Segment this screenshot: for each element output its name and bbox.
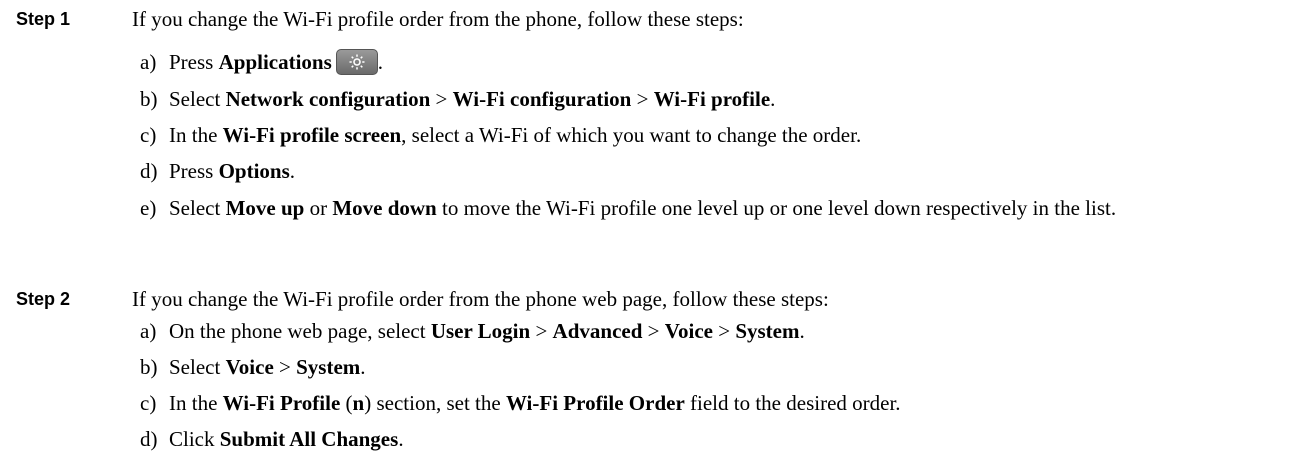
ui-term: Voice bbox=[664, 319, 713, 343]
ui-term: Wi-Fi profile screen bbox=[222, 123, 402, 147]
step-intro: If you change the Wi-Fi profile order fr… bbox=[132, 287, 829, 311]
ui-term: Wi-Fi Profile bbox=[222, 391, 341, 415]
list-item: d) Press Options. bbox=[140, 157, 1280, 193]
ui-term: Move up bbox=[225, 196, 305, 220]
substep-letter: d) bbox=[140, 427, 158, 451]
text: . bbox=[377, 50, 384, 74]
text: Select bbox=[169, 355, 226, 379]
ui-term: Wi-Fi configuration bbox=[452, 87, 632, 111]
ui-term: Options bbox=[218, 159, 290, 183]
gear-icon bbox=[349, 54, 365, 70]
substep-letter: a) bbox=[140, 319, 157, 343]
text: , select a Wi-Fi of which you want to ch… bbox=[401, 123, 862, 147]
substep-letter: b) bbox=[140, 355, 158, 379]
text: > bbox=[273, 355, 297, 379]
text: field to the desired order. bbox=[684, 391, 901, 415]
text: . bbox=[289, 159, 296, 183]
ui-term: Move down bbox=[332, 196, 437, 220]
text: In the bbox=[169, 391, 223, 415]
text: ( bbox=[340, 391, 353, 415]
list-item: d) Click Submit All Changes. bbox=[140, 425, 1280, 461]
text: Click bbox=[169, 427, 220, 451]
ui-term: Voice bbox=[225, 355, 274, 379]
text: Press bbox=[169, 159, 219, 183]
text: Select bbox=[169, 196, 226, 220]
ui-term: n bbox=[352, 391, 365, 415]
text: > bbox=[712, 319, 736, 343]
text: . bbox=[360, 355, 366, 379]
ui-term: System bbox=[296, 355, 361, 379]
ui-term: Network configuration bbox=[225, 87, 431, 111]
list-item: c) In the Wi-Fi Profile (n) section, set… bbox=[140, 389, 1280, 425]
step-label: Step 1 bbox=[16, 9, 71, 29]
text: . bbox=[398, 427, 404, 451]
text: In the bbox=[169, 123, 223, 147]
substep-letter: d) bbox=[140, 159, 158, 183]
text: . bbox=[799, 319, 805, 343]
text: > bbox=[642, 319, 665, 343]
substep-list: a) On the phone web page, select User Lo… bbox=[140, 317, 1280, 461]
text: > bbox=[430, 87, 453, 111]
text: > bbox=[631, 87, 654, 111]
list-item: a) On the phone web page, select User Lo… bbox=[140, 317, 1280, 353]
text: ) section, set the bbox=[364, 391, 506, 415]
substep-letter: a) bbox=[140, 50, 157, 74]
ui-term: System bbox=[735, 319, 800, 343]
text: Select bbox=[169, 87, 226, 111]
substep-letter: c) bbox=[140, 391, 157, 415]
applications-key-button[interactable] bbox=[335, 49, 378, 75]
list-item: c) In the Wi-Fi profile screen, select a… bbox=[140, 121, 1280, 157]
text: or bbox=[304, 196, 333, 220]
text: > bbox=[530, 319, 553, 343]
substep-letter: e) bbox=[140, 196, 157, 220]
substep-list: a) Press Applications. b) Select Network… bbox=[140, 48, 1280, 224]
list-item: b) Select Network configuration > Wi-Fi … bbox=[140, 85, 1280, 121]
text: . bbox=[770, 87, 776, 111]
ui-term: Applications bbox=[218, 50, 332, 74]
ui-term: User Login bbox=[430, 319, 531, 343]
substep-letter: b) bbox=[140, 87, 158, 111]
substep-letter: c) bbox=[140, 123, 157, 147]
step-intro: If you change the Wi-Fi profile order fr… bbox=[132, 7, 744, 31]
text: to move the Wi-Fi profile one level up o… bbox=[436, 196, 1117, 220]
list-item: e) Select Move up or Move down to move t… bbox=[140, 193, 1280, 224]
list-item: b) Select Voice > System. bbox=[140, 353, 1280, 389]
text: Press bbox=[169, 50, 219, 74]
step-label: Step 2 bbox=[16, 289, 71, 309]
ui-term: Wi-Fi Profile Order bbox=[505, 391, 685, 415]
text: On the phone web page, select bbox=[169, 319, 431, 343]
ui-term: Advanced bbox=[552, 319, 643, 343]
ui-term: Submit All Changes bbox=[219, 427, 399, 451]
ui-term: Wi-Fi profile bbox=[653, 87, 771, 111]
list-item: a) Press Applications. bbox=[140, 48, 1280, 85]
